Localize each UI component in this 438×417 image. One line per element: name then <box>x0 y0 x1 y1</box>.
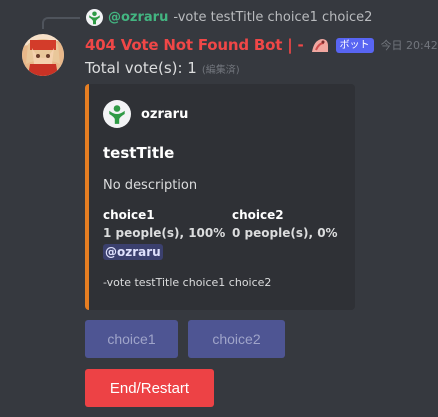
field-name: choice2 <box>232 208 284 222</box>
bot-avatar[interactable] <box>22 34 64 76</box>
bot-avatar-image <box>22 34 64 76</box>
timestamp[interactable]: 今日 20:42 <box>381 37 438 53</box>
pink-emoji-icon <box>311 39 328 52</box>
edited-label: (編集済) <box>201 65 240 76</box>
message-header: 404 Vote Not Found Bot | - ボット 今日 20:42 <box>85 34 438 56</box>
choice1-button[interactable]: choice1 <box>85 320 178 358</box>
chat-message: @ozraru -vote testTitle choice1 choice2 … <box>0 0 438 417</box>
embed-field-choice1: choice1 1 people(s), 100% @ozraru <box>103 208 225 260</box>
vote-total-text: Total vote(s): 1 <box>85 59 197 77</box>
field-name: choice1 <box>103 208 155 222</box>
reply-username[interactable]: @ozraru <box>108 10 168 25</box>
embed-author-name: ozraru <box>141 106 189 122</box>
person-logo-icon <box>109 105 125 124</box>
bot-tag: ボット <box>335 37 374 53</box>
field-value: 0 people(s), 0% <box>232 226 338 240</box>
end-restart-button[interactable]: End/Restart <box>85 369 214 407</box>
bot-username[interactable]: 404 Vote Not Found Bot | - <box>85 36 304 54</box>
reply-connector <box>42 17 80 29</box>
embed-description: No description <box>103 178 198 193</box>
vote-embed: ozraru testTitle No description choice1 … <box>85 84 355 310</box>
embed-field-choice2: choice2 0 people(s), 0% <box>232 208 338 240</box>
reply-avatar[interactable] <box>86 8 103 26</box>
person-logo-icon <box>89 11 100 24</box>
reply-preview[interactable]: @ozraru -vote testTitle choice1 choice2 <box>86 6 372 28</box>
reply-text[interactable]: -vote testTitle choice1 choice2 <box>173 10 372 25</box>
choice2-button[interactable]: choice2 <box>188 320 285 358</box>
embed-footer: -vote testTitle choice1 choice2 <box>103 276 272 289</box>
embed-title: testTitle <box>103 144 175 162</box>
message-content: Total vote(s): 1 (編集済) <box>85 59 240 77</box>
embed-author: ozraru <box>103 100 188 128</box>
user-mention[interactable]: @ozraru <box>103 244 163 260</box>
embed-author-avatar <box>103 100 131 128</box>
field-value: 1 people(s), 100% <box>103 226 226 240</box>
